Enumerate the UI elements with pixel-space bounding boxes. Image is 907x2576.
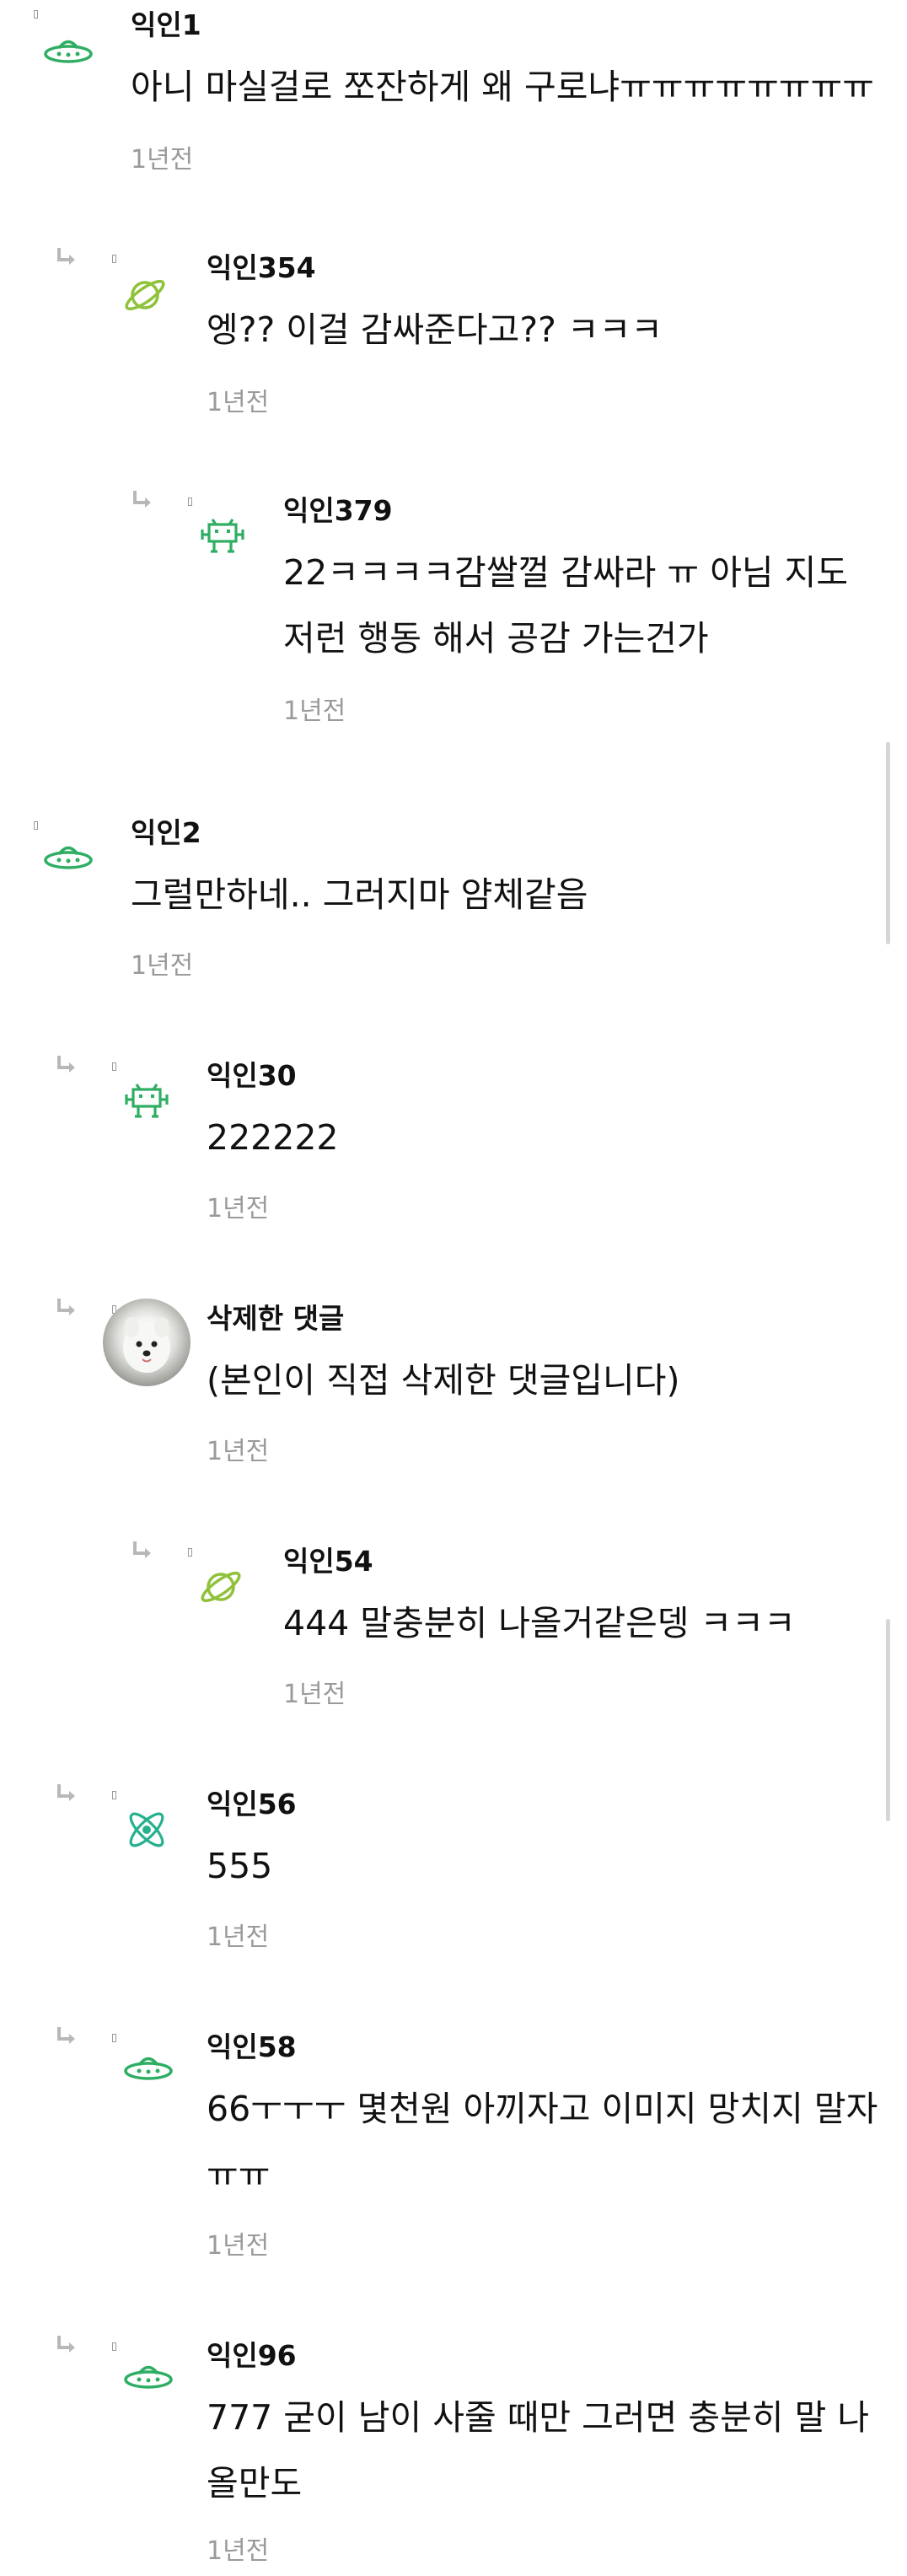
comment-author[interactable]: 익인379 (283, 494, 393, 528)
reply-arrow-icon (130, 1540, 153, 1562)
ufo-icon (122, 2051, 174, 2084)
reply-arrow-icon (54, 1054, 78, 1076)
comment-author[interactable]: 익인58 (207, 2030, 297, 2064)
ufo-icon (122, 2359, 174, 2393)
comment-marker (112, 1062, 116, 1071)
comment-marker (34, 10, 38, 19)
comment-marker (112, 2034, 116, 2042)
comment-text: 22ㅋㅋㅋㅋ감쌀껄 감싸라 ㅠ 아님 지도 저런 행동 해서 공감 가는건가 (283, 552, 849, 659)
comment-text: 엥?? 이걸 감싸준다고?? ㅋㅋㅋ (207, 309, 663, 350)
ufo-icon (42, 34, 94, 67)
comment-text: 222222 (207, 1117, 339, 1158)
comment-author[interactable]: 익인354 (207, 251, 316, 285)
comment-text: 555 (207, 1846, 273, 1886)
comment-marker (112, 255, 116, 263)
comment-time: 1년전 (131, 951, 194, 981)
comment-list: 익인1 아니 마실걸로 쪼잔하게 왜 구로냐ㅠㅠㅠㅠㅠㅠㅠㅠ 1년전 익인354… (0, 0, 907, 2576)
reply-arrow-icon (130, 489, 153, 511)
comment-text: 아니 마실걸로 쪼잔하게 왜 구로냐ㅠㅠㅠㅠㅠㅠㅠㅠ (131, 67, 874, 107)
comment-time: 1년전 (283, 696, 346, 726)
comment-time: 1년전 (207, 388, 270, 417)
dog-photo-avatar (103, 1299, 191, 1386)
scrollbar-thumb[interactable] (886, 742, 890, 944)
planet-icon (121, 272, 169, 319)
space-invader-icon (123, 1083, 170, 1120)
comment-author[interactable]: 익인54 (283, 1545, 373, 1578)
comment-author[interactable]: 익인2 (131, 816, 201, 850)
atom-icon (123, 1806, 170, 1853)
comment-text: (본인이 직접 삭제한 댓글입니다) (207, 1360, 680, 1401)
comment-author[interactable]: 익인30 (207, 1059, 297, 1093)
comment-text: 66ㅜㅜㅜ 몇천원 아끼자고 이미지 망치지 말자 ㅠㅠ (207, 2089, 878, 2195)
comment-marker (188, 497, 192, 506)
comment-text: 그럴만하네.. 그러지마 얌체같음 (131, 874, 588, 915)
comment-time: 1년전 (207, 1923, 270, 1952)
comment-time: 1년전 (131, 145, 194, 175)
comment-author[interactable]: 삭제한 댓글 (207, 1302, 344, 1336)
comment-time: 1년전 (207, 2231, 270, 2261)
comment-time: 1년전 (283, 1680, 346, 1709)
comment-marker (112, 1791, 116, 1799)
comment-marker (34, 821, 38, 830)
planet-icon (197, 1563, 244, 1611)
comment-text: 444 말충분히 나올거같은뎅 ㅋㅋㅋ (283, 1603, 796, 1643)
reply-arrow-icon (54, 246, 78, 268)
comment-author[interactable]: 익인96 (207, 2339, 297, 2373)
reply-arrow-icon (54, 2334, 78, 2356)
ufo-icon (42, 840, 94, 874)
reply-arrow-icon (54, 1783, 78, 1804)
comment-author[interactable]: 익인1 (131, 8, 201, 42)
comment-author[interactable]: 익인56 (207, 1788, 297, 1821)
comment-text: 777 굳이 남이 사줄 때만 그러면 충분히 말 나 올만도 (207, 2397, 870, 2503)
scrollbar-thumb[interactable] (886, 1619, 890, 1821)
comment-marker (112, 2342, 116, 2351)
comment-time: 1년전 (207, 2536, 270, 2566)
reply-arrow-icon (54, 1297, 78, 1319)
comment-marker (188, 1548, 192, 1557)
comment-time: 1년전 (207, 1194, 270, 1223)
space-invader-icon (199, 518, 246, 555)
reply-arrow-icon (54, 2025, 78, 2047)
comment-time: 1년전 (207, 1437, 270, 1466)
